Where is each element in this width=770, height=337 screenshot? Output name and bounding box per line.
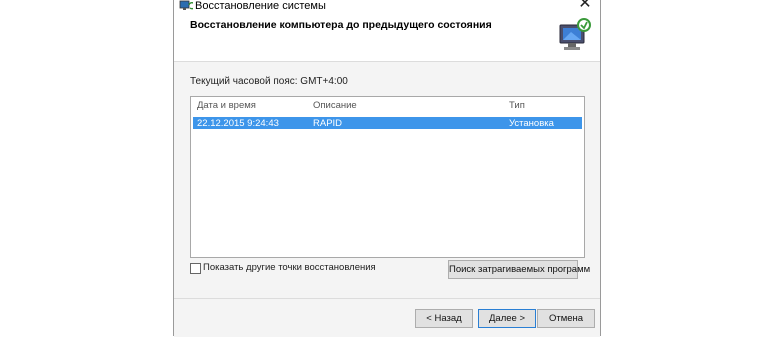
row-description: RAPID (313, 118, 343, 129)
timezone-label: Текущий часовой пояс: GMT+4:00 (190, 76, 348, 87)
monitor-restore-icon (557, 16, 593, 54)
column-header-description[interactable]: Описание (313, 100, 357, 111)
row-type: Установка (509, 118, 554, 129)
next-button[interactable]: Далее > (478, 309, 536, 328)
close-button[interactable]: ✕ (576, 0, 594, 12)
title-bar[interactable]: Восстановление системы ✕ (174, 0, 600, 12)
show-more-points-checkbox[interactable] (190, 263, 201, 274)
wizard-content: Текущий часовой пояс: GMT+4:00 Дата и вр… (174, 62, 600, 298)
wizard-footer: < Назад Далее > Отмена (174, 298, 600, 337)
system-restore-window: Восстановление системы ✕ Восстановление … (173, 0, 601, 337)
system-restore-app-icon (179, 0, 196, 12)
cancel-button[interactable]: Отмена (537, 309, 595, 328)
scan-affected-programs-button[interactable]: Поиск затрагиваемых программ (448, 260, 590, 279)
list-header: Дата и время Описание Тип (191, 97, 584, 113)
column-header-date[interactable]: Дата и время (197, 100, 256, 111)
restore-points-list[interactable]: Дата и время Описание Тип 22.12.2015 9:2… (190, 96, 585, 258)
page-title: Восстановление компьютера до предыдущего… (190, 19, 492, 31)
back-button[interactable]: < Назад (415, 309, 473, 328)
table-row[interactable]: 22.12.2015 9:24:43 RAPID Установка (193, 117, 582, 129)
wizard-header: Восстановление компьютера до предыдущего… (174, 12, 600, 62)
column-header-type[interactable]: Тип (509, 100, 525, 111)
row-date: 22.12.2015 9:24:43 (197, 118, 279, 129)
window-title: Восстановление системы (195, 0, 326, 12)
show-more-points-label[interactable]: Показать другие точки восстановления (203, 262, 376, 273)
